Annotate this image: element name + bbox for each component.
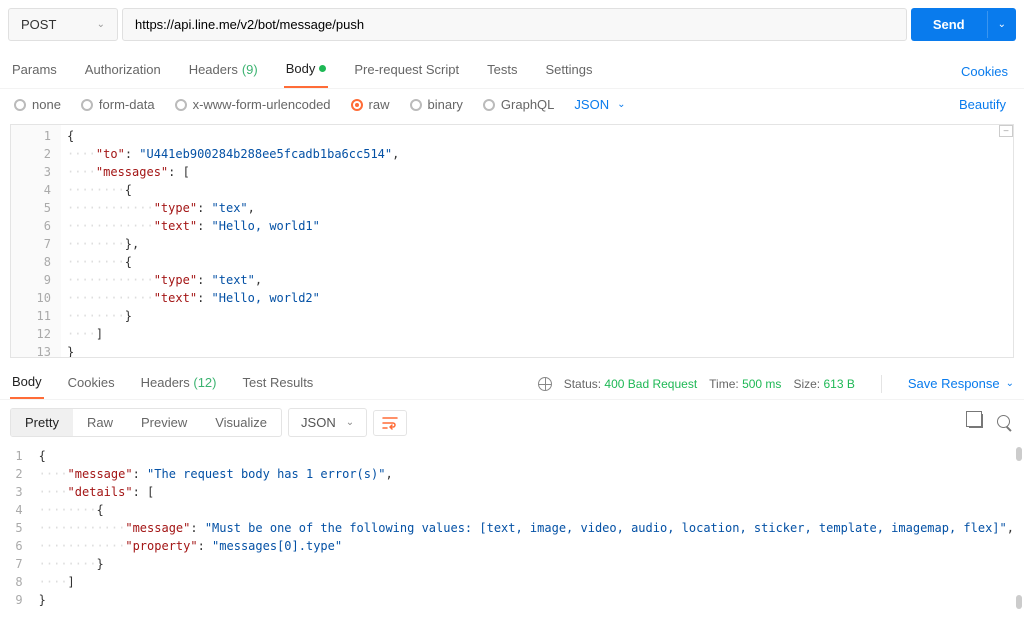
response-tab-cookies[interactable]: Cookies bbox=[66, 369, 117, 398]
search-icon bbox=[997, 415, 1010, 428]
search-response-button[interactable] bbox=[993, 411, 1014, 435]
http-method-label: POST bbox=[21, 17, 56, 32]
body-type-row: none form-data x-www-form-urlencoded raw… bbox=[0, 89, 1024, 120]
body-type-x-www-form-urlencoded[interactable]: x-www-form-urlencoded bbox=[175, 97, 331, 112]
copy-icon bbox=[969, 414, 983, 428]
globe-icon[interactable] bbox=[538, 377, 552, 391]
body-type-none[interactable]: none bbox=[14, 97, 61, 112]
body-type-form-data[interactable]: form-data bbox=[81, 97, 155, 112]
scrollbar[interactable] bbox=[1016, 447, 1022, 461]
response-body-editor[interactable]: 123456789 {····"message": "The request b… bbox=[0, 445, 1024, 611]
save-response-button[interactable]: Save Response ⌄ bbox=[908, 376, 1014, 391]
url-bar: POST ⌄ Send ⌄ bbox=[0, 0, 1024, 49]
request-tabs: Params Authorization Headers (9) Body Pr… bbox=[0, 49, 1024, 89]
response-format-label: JSON bbox=[301, 415, 336, 430]
response-time: 500 ms bbox=[742, 377, 781, 391]
send-button[interactable]: Send bbox=[911, 9, 987, 40]
response-headers-count: (12) bbox=[193, 375, 216, 390]
request-line-gutter: 12345678910111213 bbox=[11, 125, 61, 357]
request-body-editor[interactable]: 12345678910111213 {····"to": "U441eb9002… bbox=[10, 124, 1014, 358]
view-raw[interactable]: Raw bbox=[73, 409, 127, 436]
response-tab-headers-label: Headers bbox=[141, 375, 190, 390]
tab-headers-label: Headers bbox=[189, 62, 238, 77]
tab-authorization[interactable]: Authorization bbox=[83, 56, 163, 87]
request-headers-count: (9) bbox=[242, 62, 258, 77]
response-size: 613 B bbox=[823, 377, 854, 391]
wrap-lines-button[interactable] bbox=[373, 410, 407, 436]
tab-body[interactable]: Body bbox=[284, 55, 329, 88]
beautify-button[interactable]: Beautify bbox=[959, 97, 1010, 112]
radio-checked-icon bbox=[351, 99, 363, 111]
tab-headers[interactable]: Headers (9) bbox=[187, 56, 260, 87]
send-button-group: Send ⌄ bbox=[911, 8, 1016, 41]
tab-tests[interactable]: Tests bbox=[485, 56, 519, 87]
response-tabs: Body Cookies Headers (12) Test Results S… bbox=[0, 362, 1024, 400]
response-tab-body[interactable]: Body bbox=[10, 368, 44, 399]
response-format-select[interactable]: JSON ⌄ bbox=[288, 408, 367, 437]
response-toolbar: Pretty Raw Preview Visualize JSON ⌄ bbox=[0, 400, 1024, 445]
radio-icon bbox=[81, 99, 93, 111]
copy-response-button[interactable] bbox=[965, 410, 987, 435]
url-input[interactable] bbox=[122, 8, 907, 41]
fold-icon[interactable]: — bbox=[999, 125, 1013, 137]
radio-icon bbox=[14, 99, 26, 111]
tab-prerequest[interactable]: Pre-request Script bbox=[352, 56, 461, 87]
response-status: 400 Bad Request bbox=[604, 377, 697, 391]
body-format-select[interactable]: JSON ⌄ bbox=[574, 97, 625, 112]
body-type-graphql[interactable]: GraphQL bbox=[483, 97, 554, 112]
response-tab-headers[interactable]: Headers (12) bbox=[139, 369, 219, 398]
body-type-raw[interactable]: raw bbox=[351, 97, 390, 112]
send-dropdown-button[interactable]: ⌄ bbox=[987, 11, 1016, 38]
chevron-down-icon: ⌄ bbox=[97, 19, 105, 30]
response-view-mode: Pretty Raw Preview Visualize bbox=[10, 408, 282, 437]
body-type-binary[interactable]: binary bbox=[410, 97, 463, 112]
view-pretty[interactable]: Pretty bbox=[11, 409, 73, 436]
response-tab-test-results[interactable]: Test Results bbox=[241, 369, 316, 398]
response-meta: Status: 400 Bad Request Time: 500 ms Siz… bbox=[538, 377, 855, 391]
tab-params[interactable]: Params bbox=[10, 56, 59, 87]
view-preview[interactable]: Preview bbox=[127, 409, 201, 436]
chevron-down-icon: ⌄ bbox=[346, 417, 354, 428]
tab-settings[interactable]: Settings bbox=[543, 56, 594, 87]
body-modified-dot-icon bbox=[319, 65, 326, 72]
cookies-link[interactable]: Cookies bbox=[961, 64, 1014, 79]
body-format-label: JSON bbox=[574, 97, 609, 112]
radio-icon bbox=[483, 99, 495, 111]
radio-icon bbox=[410, 99, 422, 111]
response-body-code: {····"message": "The request body has 1 … bbox=[33, 447, 1014, 609]
scrollbar[interactable] bbox=[1016, 595, 1022, 609]
tab-body-label: Body bbox=[286, 61, 316, 76]
request-body-code[interactable]: {····"to": "U441eb900284b288ee5fcadb1ba6… bbox=[61, 125, 1013, 357]
http-method-select[interactable]: POST ⌄ bbox=[8, 8, 118, 41]
chevron-down-icon: ⌄ bbox=[1006, 378, 1014, 389]
response-line-gutter: 123456789 bbox=[10, 447, 33, 609]
wrap-icon bbox=[382, 416, 398, 430]
view-visualize[interactable]: Visualize bbox=[201, 409, 281, 436]
radio-icon bbox=[175, 99, 187, 111]
chevron-down-icon: ⌄ bbox=[617, 99, 625, 110]
